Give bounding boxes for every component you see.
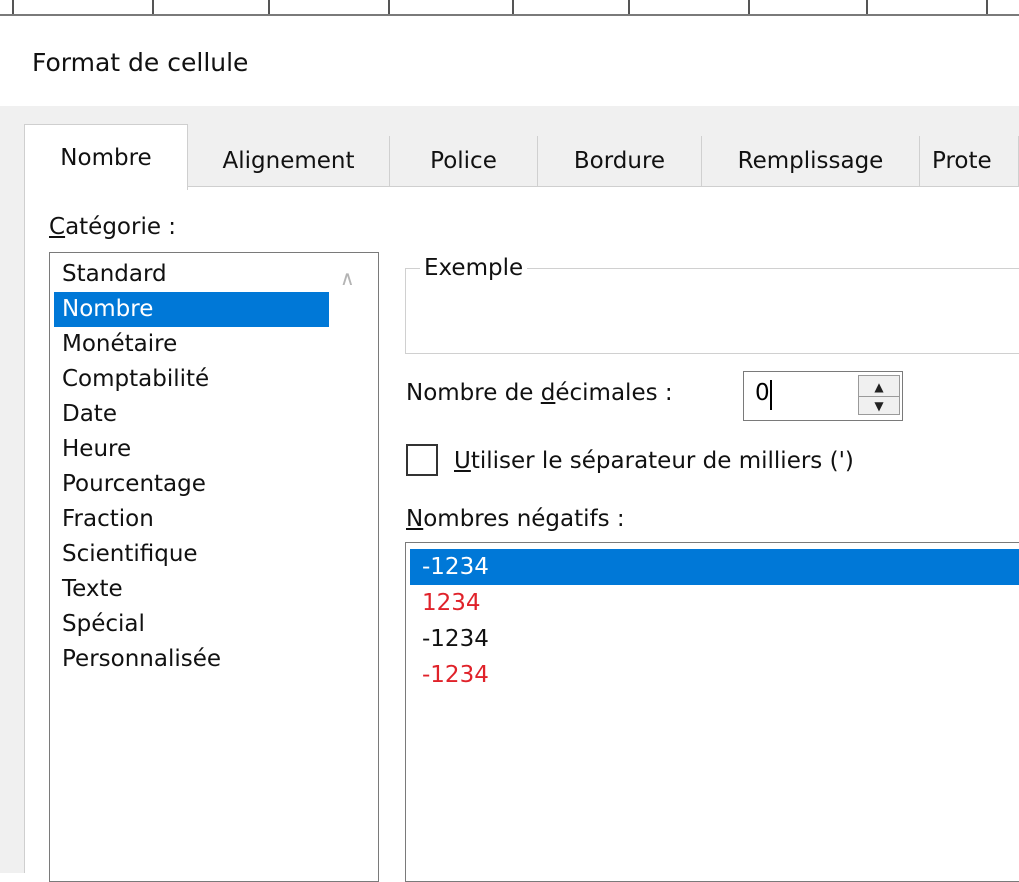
category-label: Catégorie :	[49, 214, 176, 240]
decimals-label: Nombre de décimales :	[406, 380, 673, 406]
category-item-nombre[interactable]: Nombre	[54, 292, 329, 327]
tab-protection[interactable]: Prote	[920, 136, 1019, 186]
category-item-pourcentage[interactable]: Pourcentage	[54, 467, 329, 502]
negative-format-option[interactable]: -1234	[410, 549, 1019, 585]
category-item-date[interactable]: Date	[54, 397, 329, 432]
category-label-rest: atégorie :	[65, 214, 177, 240]
category-label-mnemonic: C	[49, 214, 66, 240]
dialog-title: Format de cellule	[32, 48, 249, 77]
thousands-label-rest: tiliser le séparateur de milliers (')	[470, 448, 854, 474]
decimals-value[interactable]: 0	[755, 380, 770, 406]
decimals-spinner[interactable]: ▲ ▼	[858, 375, 900, 415]
tab-remplissage[interactable]: Remplissage	[702, 136, 920, 186]
negative-numbers-list[interactable]: -1234 1234 -1234 -1234	[405, 542, 1019, 882]
category-item-special[interactable]: Spécial	[54, 607, 329, 642]
decimals-label-after: écimales :	[555, 380, 673, 406]
category-item-texte[interactable]: Texte	[54, 572, 329, 607]
spreadsheet-grid-strip	[0, 0, 1019, 16]
scroll-up-arrow-icon[interactable]: ∧	[340, 266, 355, 290]
example-label: Exemple	[420, 255, 528, 281]
tab-police[interactable]: Police	[390, 136, 538, 186]
decimals-label-before: Nombre de	[406, 380, 541, 406]
category-item-scientifique[interactable]: Scientifique	[54, 537, 329, 572]
category-item-personnalisee[interactable]: Personnalisée	[54, 642, 329, 677]
thousands-separator-label[interactable]: Utiliser le séparateur de milliers (')	[454, 448, 854, 474]
tab-bordure[interactable]: Bordure	[538, 136, 702, 186]
text-caret	[770, 380, 772, 410]
spin-up-arrow-icon[interactable]: ▲	[859, 378, 899, 396]
negative-format-option[interactable]: -1234	[410, 621, 1019, 657]
decimals-label-mnemonic: d	[540, 380, 556, 406]
spin-down-arrow-icon[interactable]: ▼	[859, 396, 899, 415]
category-list[interactable]: Standard Nombre Monétaire Comptabilité D…	[49, 252, 379, 882]
thousands-label-mnemonic: U	[454, 448, 471, 474]
negative-label-mnemonic: N	[406, 506, 424, 532]
tab-nombre[interactable]: Nombre	[24, 124, 188, 190]
negative-label-rest: ombres négatifs :	[423, 506, 625, 532]
category-item-monetaire[interactable]: Monétaire	[54, 327, 329, 362]
negative-format-option[interactable]: -1234	[410, 657, 1019, 693]
category-item-comptabilite[interactable]: Comptabilité	[54, 362, 329, 397]
category-item-heure[interactable]: Heure	[54, 432, 329, 467]
category-scrollbar[interactable]	[332, 253, 378, 873]
category-item-fraction[interactable]: Fraction	[54, 502, 329, 537]
negative-format-option[interactable]: 1234	[410, 585, 1019, 621]
negative-numbers-label: Nombres négatifs :	[406, 506, 625, 532]
tab-alignement[interactable]: Alignement	[188, 136, 390, 186]
thousands-separator-checkbox[interactable]	[406, 444, 438, 476]
category-item-standard[interactable]: Standard	[54, 257, 329, 292]
